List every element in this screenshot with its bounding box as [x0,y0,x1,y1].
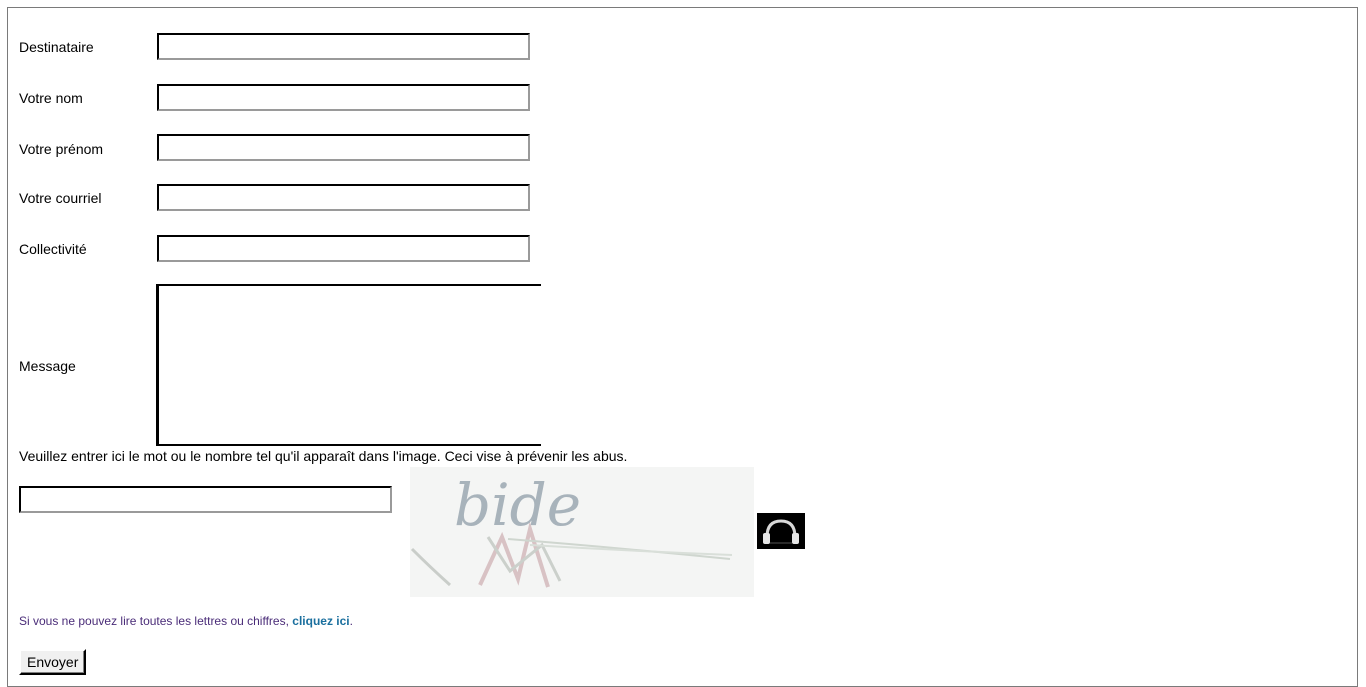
headphones-icon[interactable] [757,513,805,549]
hint-text: Si vous ne pouvez lire toutes les lettre… [19,614,293,628]
message-textarea[interactable] [156,284,541,446]
collectivite-label: Collectivité [19,241,87,257]
courriel-label: Votre courriel [19,190,102,206]
collectivite-input[interactable] [157,235,530,262]
hint-suffix: . [349,614,353,628]
envoyer-button[interactable]: Envoyer [19,649,87,675]
nom-input[interactable] [157,84,530,111]
nom-label: Votre nom [19,90,83,106]
captcha-hint: Si vous ne pouvez lire toutes les lettre… [19,614,353,628]
captcha-instruction: Veuillez entrer ici le mot ou le nombre … [19,448,628,464]
prenom-input[interactable] [157,134,530,161]
refresh-captcha-link[interactable]: cliquez ici [292,614,349,628]
prenom-label: Votre prénom [19,141,104,157]
captcha-input[interactable] [19,486,392,513]
captcha-text: bide [454,471,581,539]
courriel-input[interactable] [157,184,530,211]
destinataire-input[interactable] [157,33,530,60]
captcha-image: bide [410,467,754,597]
message-label: Message [19,358,76,374]
destinataire-label: Destinataire [19,39,94,55]
